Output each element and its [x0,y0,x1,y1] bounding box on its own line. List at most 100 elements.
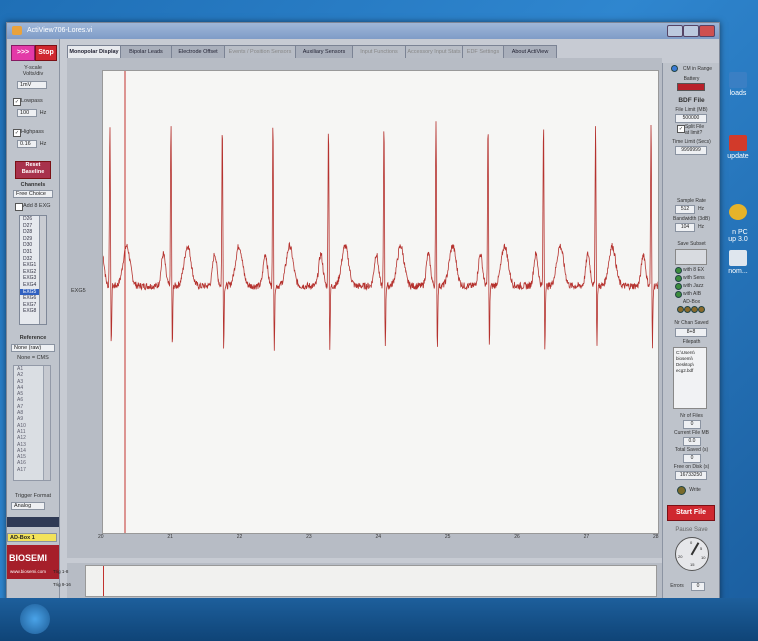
file-limit-input[interactable]: 500000 [675,114,707,123]
ecg-trace [102,121,659,351]
ao-box-select[interactable]: AD-Box 1 [7,533,57,542]
sample-rate-value: 512 [675,205,695,214]
free-disk-value: 16733250 [675,471,707,480]
channel-axis-label: EXG5 [71,288,86,294]
tab-about-actiview[interactable]: About ActiView [503,45,557,58]
x-tick-label: 28 [653,534,659,540]
x-tick-label: 27 [583,534,590,540]
ao-led-4 [698,306,705,313]
biosemi-logo: BIOSEMI www.biosemi.com [7,545,59,579]
filepath-textbox[interactable]: C:\Users\ biosemi\ Desktop\ ecg2.bdf [673,347,707,409]
dial-label-0: 0 [690,540,693,545]
desktop-icon-nom[interactable]: nom... [718,250,758,275]
desktop-icon-pc[interactable]: n PC up 3.0 [718,190,758,243]
bandwidth-label: Bandwidth (3dB) [673,216,710,222]
title-bar[interactable]: ActiView706-Lores.vi [7,23,719,39]
battery-label: Battery [683,76,700,82]
errors-label: Errors [670,583,684,589]
dial-label-15: 15 [690,562,695,567]
save-subset-box[interactable] [675,249,707,265]
lowpass-unit: Hz [39,110,47,116]
time-limit-input[interactable]: 9999999 [675,146,707,155]
close-button[interactable] [699,25,715,37]
tab-input-functions[interactable]: Input Functions [352,45,406,58]
reset-baseline-button[interactable]: Reset Baseline [15,161,51,179]
disc-icon [729,204,747,220]
reference-label: Reference [19,335,47,341]
tab-edf-settings[interactable]: EDF Settings [462,45,504,58]
yscale-label: Y-scale Volts/div [22,65,44,77]
ao-box-leds [677,306,707,313]
trigger-format-select[interactable]: Analog [11,502,45,510]
dial-label-5: 5 [700,546,703,551]
x-tick-label: 25 [444,534,451,540]
x-tick-label: 21 [167,534,173,540]
minimize-button[interactable] [667,25,683,37]
start-acquisition-button[interactable]: >>> [11,45,35,61]
highpass-checkbox[interactable]: ✓ [13,129,21,137]
ao-led-1 [677,306,684,313]
add-exg-checkbox[interactable] [15,203,23,211]
desktop-icon-update[interactable]: update [718,135,758,160]
trigger-display [85,565,657,597]
tab-accessory-input-stats[interactable]: Accessory Input Stats [405,45,463,58]
lowpass-checkbox[interactable]: ✓ [13,98,21,106]
file-limit-label: File Limit (MB) [675,107,708,113]
app-icon [12,26,22,35]
x-tick-label: 26 [514,534,520,540]
current-file-mb-label: Current File MB [673,430,709,436]
split-file-label: Split File at limit? [685,124,705,136]
lowpass-label: Lowpass [21,98,43,104]
reference-select[interactable]: None (raw) [11,344,55,352]
maximize-button[interactable] [683,25,699,37]
nr-files-value: 0 [683,420,701,429]
actiview-window: ActiView706-Lores.vi >>> Stop Y-scale Vo… [6,22,720,602]
start-file-button[interactable]: Start File [667,505,715,521]
channel-list-scrollbar[interactable] [39,216,46,324]
nr-files-label: Nr of Files [680,413,703,419]
ecg-plot[interactable] [102,70,659,534]
channel-listbox[interactable]: D26 D27 D28 D29 D30 D31 D32 EXG1 EXG2 EXG3 EXG4 EXG… [19,215,47,325]
with-8-exg-label: with 8 EX [683,267,705,273]
lowpass-input[interactable]: 100 [17,109,37,117]
tab-monopolar-display[interactable]: Monopolar Display [67,45,121,58]
tab-events-position-sensors[interactable]: Events / Position Sensors [224,45,296,58]
split-file-checkbox[interactable]: ✓ [677,125,685,133]
ao-led-2 [684,306,691,313]
tab-bipolar-leads[interactable]: Bipolar Leads [120,45,172,58]
trigger-bar [7,517,59,527]
pause-save-dial[interactable]: 0 5 10 15 20 [675,537,709,571]
nchan-saved-value: 8+8 [675,328,707,337]
x-tick-label: 23 [306,534,312,540]
channels-label: Channels [20,182,46,188]
reference-list-scrollbar[interactable] [43,366,50,480]
with-sens-led [675,275,682,282]
time-limit-label: Time Limit (Secs) [672,139,711,145]
channels-mode-select[interactable]: Free Choice [13,190,53,198]
window-title: ActiView706-Lores.vi [27,27,93,34]
stop-button[interactable]: Stop [35,45,57,61]
errors-value: 0 [691,582,705,591]
highpass-input[interactable]: 0.16 [17,140,37,148]
bandwidth-value: 104 [675,223,695,232]
x-tick-label: 22 [236,534,243,540]
folder-icon [729,72,747,88]
tab-electrode-offset[interactable]: Electrode Offset [171,45,225,58]
with-aib-label: with AIB [683,291,702,297]
left-control-panel: >>> Stop Y-scale Volts/div 1mV ✓ Lowpass… [7,39,60,601]
reference-listbox[interactable]: A1 A2 A3 A4 A5 A6 A7 A8 A9 A10 A11 A12 A13 A14 A15 A16 A… [13,365,51,481]
ecg-trace-svg [102,71,659,533]
bdf-file-title: BDF File [678,97,705,104]
x-tick-label: 24 [375,534,382,540]
ao-box-label: AD-Box [682,299,701,305]
tab-auxiliary-sensors[interactable]: Auxiliary Sensors [295,45,353,58]
add-exg-label: Add 8 EXG [23,203,51,209]
document-icon [729,250,747,266]
highpass-label: Highpass [21,129,44,135]
nchan-saved-label: Nr Chan Saved [674,320,709,326]
desktop-icon-loads[interactable]: loads [718,72,758,97]
start-orb-icon[interactable] [20,604,50,634]
trigger-strip: Trig 1-8 Trig 9-16 [53,563,662,601]
yscale-select[interactable]: 1mV [17,81,47,89]
trig-label-2: Trig 9-16 [53,582,71,587]
